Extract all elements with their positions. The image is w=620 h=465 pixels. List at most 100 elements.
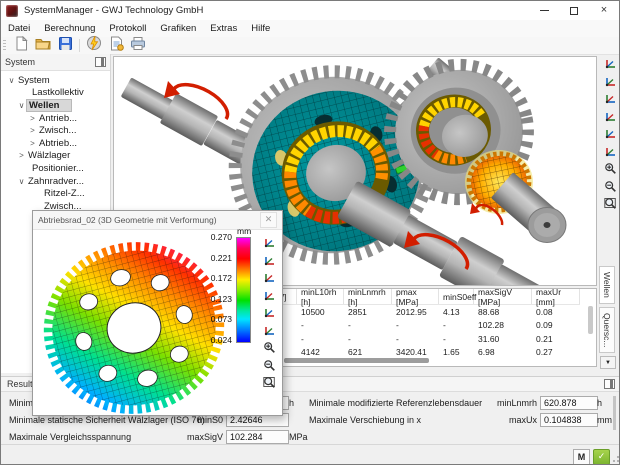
sidebar-item-positionier[interactable]: Positionier... (1, 162, 110, 175)
sidebar-item-ritzelz[interactable]: Ritzel-Z... (1, 187, 110, 200)
sidebar-item-lastkollektiv[interactable]: Lastkollektiv (1, 87, 110, 100)
tree-body: ∨SystemLastkollektiv∨Wellen>Antrieb...>Z… (1, 71, 110, 225)
view-orientation-icon[interactable] (603, 56, 618, 71)
print-button[interactable] (127, 38, 149, 54)
open-file-icon (35, 36, 51, 56)
table-cell: - (392, 320, 439, 330)
table-row[interactable]: 41050028512012.954.1388.680.08 (272, 305, 580, 319)
sidebar-item-system[interactable]: ∨System (1, 74, 110, 87)
table-cell: 0.21 (532, 334, 580, 344)
view-orientation-icon[interactable] (262, 270, 277, 285)
colorbar (236, 237, 251, 343)
results-scrollbar[interactable] (613, 396, 616, 430)
zoom-out-icon[interactable] (262, 358, 277, 373)
report-button[interactable] (105, 38, 127, 54)
tab-list-dropdown-button[interactable]: ▼ (600, 356, 616, 369)
sidebar-item-wälzlager[interactable]: >Wälzlager (1, 150, 110, 163)
result-value-field[interactable]: 620.878 (540, 396, 598, 410)
title-bar[interactable]: SystemManager - GWJ Technology GmbH × (1, 1, 619, 20)
zoom-in-icon[interactable] (603, 161, 618, 176)
sidebar-item-zwisch[interactable]: >Zwisch... (1, 124, 110, 137)
table-row[interactable]: 4----31.600.21 (272, 332, 580, 346)
save-icon (58, 36, 73, 56)
result-value-field[interactable]: 102.284 (226, 430, 289, 444)
tab-quersc[interactable]: Quersc... (599, 307, 615, 353)
view-orientation-icon[interactable] (262, 323, 277, 338)
chevron-right-icon[interactable]: > (28, 139, 37, 148)
pin-icon[interactable] (95, 57, 106, 67)
table-cell: 10500 (297, 307, 344, 317)
chevron-right-icon[interactable]: > (28, 126, 37, 135)
colorbar-unit: mm (237, 226, 251, 236)
view-orientation-icon[interactable] (262, 235, 277, 250)
menu-item-datei[interactable]: Datei (1, 20, 37, 37)
table-vertical-scrollbar[interactable] (588, 306, 593, 334)
chevron-down-icon[interactable]: ∨ (7, 76, 16, 85)
zoom-fit-icon[interactable] (262, 375, 277, 390)
resize-grip[interactable] (611, 456, 619, 464)
table-horizontal-scrollbar[interactable] (284, 358, 429, 363)
table-cell: 102.28 (474, 320, 532, 330)
status-bar: M ✓ (1, 444, 620, 465)
table-cell: - (297, 320, 344, 330)
view-orientation-icon[interactable] (262, 253, 277, 268)
open-file-button[interactable] (32, 38, 54, 54)
maximize-button[interactable] (559, 1, 589, 20)
table-row[interactable]: 441426213420.411.656.980.27 (272, 346, 580, 360)
view-orientation-icon[interactable] (262, 288, 277, 303)
result-value-field[interactable]: 0.104838 (540, 413, 598, 427)
tree-item-label: Wälzlager (26, 150, 72, 161)
sidebar-item-antrieb[interactable]: >Antrieb... (1, 112, 110, 125)
result-label: Minimale modifizierte Referenzlebensdaue… (309, 398, 482, 408)
result-unit: h (597, 398, 602, 408)
sidebar-item-zahnradver[interactable]: ∨Zahnradver... (1, 175, 110, 188)
zoom-out-icon[interactable] (603, 179, 618, 194)
chevron-right-icon[interactable]: > (28, 114, 37, 123)
new-file-button[interactable] (10, 38, 32, 54)
toolbar-grip[interactable] (3, 40, 6, 52)
zoom-fit-icon[interactable] (603, 196, 618, 211)
menu-item-grafiken[interactable]: Grafiken (153, 20, 203, 37)
chevron-down-icon[interactable]: ∨ (17, 101, 26, 110)
calculate-button[interactable] (83, 38, 105, 54)
tree-item-label: Abtrieb... (37, 138, 79, 149)
table-cell: - (344, 334, 392, 344)
status-mode-badge: M (573, 449, 590, 465)
table-cell: 621 (344, 347, 392, 357)
table-column-header[interactable]: minS0eff (439, 289, 474, 304)
save-button[interactable] (54, 38, 76, 54)
zoom-in-icon[interactable] (262, 340, 277, 355)
menu-item-protokoll[interactable]: Protokoll (102, 20, 153, 37)
tree-item-label: Zahnradver... (26, 176, 86, 187)
chevron-right-icon[interactable]: > (17, 151, 26, 160)
view-orientation-icon[interactable] (603, 144, 618, 159)
minimize-button[interactable] (529, 1, 559, 20)
table-column-header[interactable]: pmax [MPa] (392, 289, 439, 304)
chevron-down-icon[interactable]: ∨ (17, 177, 26, 186)
view-orientation-icon[interactable] (603, 74, 618, 89)
view-orientation-icon[interactable] (262, 305, 277, 320)
sidebar-item-abtrieb[interactable]: >Abtrieb... (1, 137, 110, 150)
deformation-window[interactable]: Abtriebsrad_02 (3D Geometrie mit Verform… (32, 210, 283, 416)
table-column-header[interactable]: maxSigV [MPa] (474, 289, 532, 304)
menu-item-extras[interactable]: Extras (203, 20, 244, 37)
table-cell: 3420.41 (392, 347, 439, 357)
view-orientation-icon[interactable] (603, 91, 618, 106)
colorbar-tick-label: 0.073 (199, 314, 232, 324)
close-button[interactable]: × (589, 1, 619, 20)
menu-item-hilfe[interactable]: Hilfe (244, 20, 277, 37)
tab-wellen[interactable]: Wellen (599, 266, 615, 304)
table-column-header[interactable]: minLnmrh [h] (344, 289, 392, 304)
pin-icon[interactable] (604, 379, 615, 389)
view-orientation-icon[interactable] (603, 109, 618, 124)
calculate-icon (86, 35, 102, 56)
table-row[interactable]: ----102.280.09 (272, 319, 580, 333)
colorbar-tick-label: 0.172 (199, 273, 232, 283)
close-icon[interactable]: ✕ (260, 212, 277, 228)
tree-item-label: Lastkollektiv (30, 87, 86, 98)
view-orientation-icon[interactable] (603, 126, 618, 141)
table-column-header[interactable]: maxUr [mm] (532, 289, 580, 304)
sidebar-item-wellen[interactable]: ∨Wellen (1, 99, 110, 112)
table-column-header[interactable]: minL10rh [h] (297, 289, 344, 304)
colorbar-tick-label: 0.123 (199, 294, 232, 304)
